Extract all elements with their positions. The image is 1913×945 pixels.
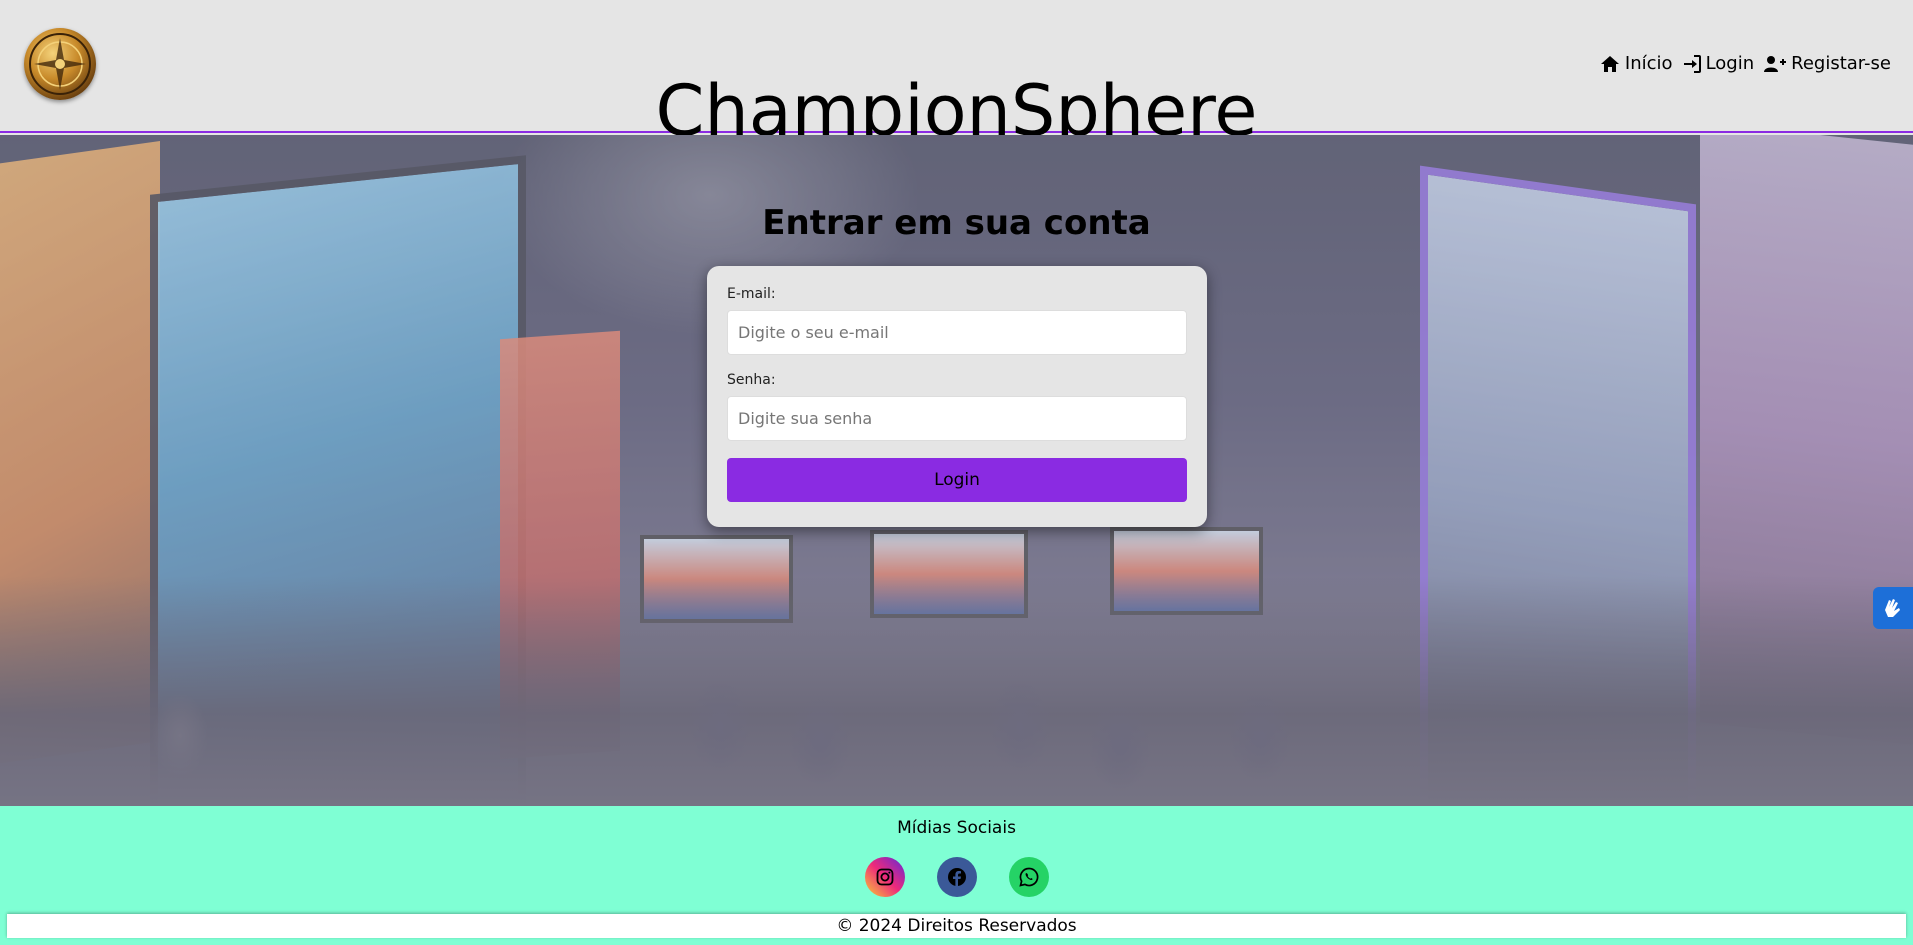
copyright-bar: © 2024 Direitos Reservados: [7, 914, 1906, 938]
login-hero: Entrar em sua conta E-mail: Senha: Login: [0, 135, 1913, 806]
instagram-link[interactable]: [864, 857, 905, 897]
nav-login-link[interactable]: Login: [1683, 53, 1755, 74]
social-title: Mídias Sociais: [897, 818, 1016, 838]
hands-sign-language-icon: [1885, 599, 1900, 617]
user-plus-icon: [1764, 55, 1787, 72]
login-button[interactable]: Login: [727, 458, 1187, 502]
sign-in-icon: [1683, 54, 1701, 73]
home-icon: [1600, 55, 1619, 72]
site-header: ChampionSphere Início Login Registar-se: [0, 0, 1913, 149]
social-links: [0, 857, 1913, 897]
password-field[interactable]: [727, 396, 1187, 441]
login-form: E-mail: Senha: Login: [707, 266, 1207, 527]
facebook-link[interactable]: [936, 857, 977, 897]
nav-register-link[interactable]: Registar-se: [1764, 53, 1891, 74]
nav-login-label: Login: [1705, 53, 1755, 74]
password-label: Senha:: [727, 372, 776, 388]
main-nav: Início Login Registar-se: [1600, 53, 1891, 74]
email-field[interactable]: [727, 310, 1187, 355]
whatsapp-link[interactable]: [1008, 857, 1049, 897]
sign-language-accessibility-button[interactable]: [1873, 587, 1913, 629]
email-label: E-mail:: [727, 286, 776, 302]
nav-register-label: Registar-se: [1791, 53, 1891, 74]
nav-home-label: Início: [1624, 53, 1673, 74]
whatsapp-icon: [1018, 867, 1038, 887]
login-title: Entrar em sua conta: [762, 203, 1151, 244]
site-footer: Mídias Sociais © 2024 Direitos Reservado…: [0, 806, 1913, 945]
instagram-icon: [876, 868, 893, 886]
nav-home-link[interactable]: Início: [1600, 53, 1673, 74]
facebook-icon: [947, 868, 966, 886]
